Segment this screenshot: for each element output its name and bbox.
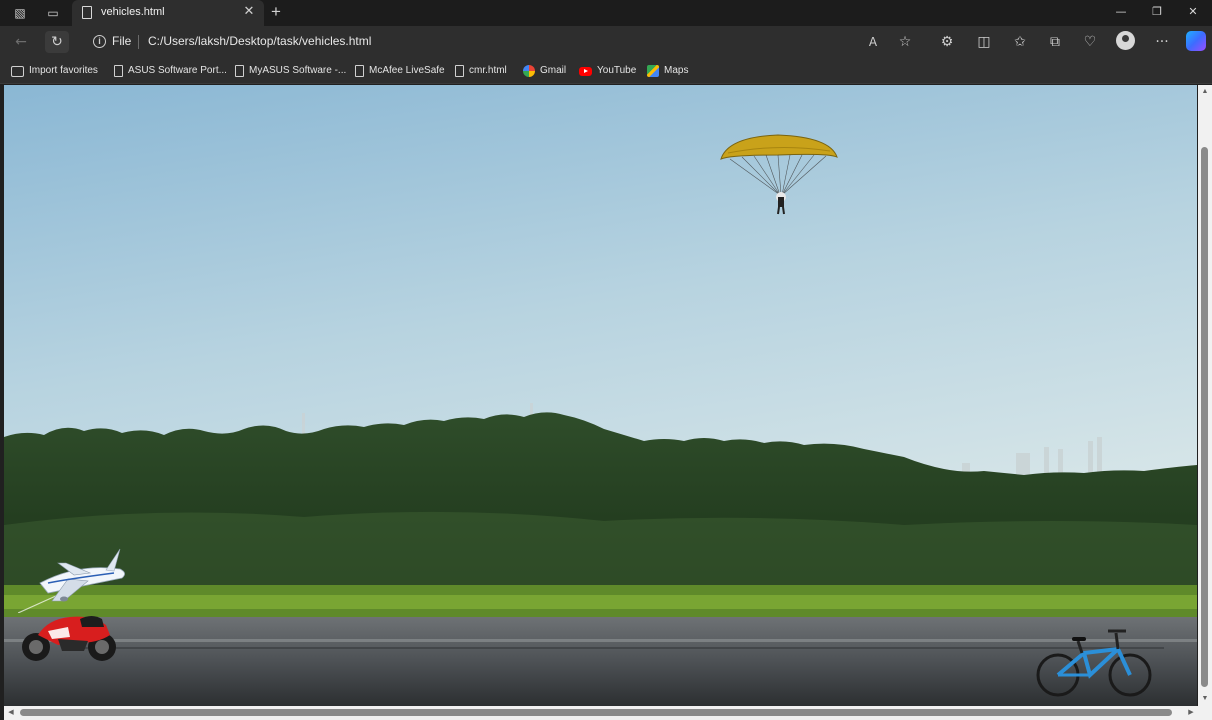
site-info-icon[interactable]: i (93, 35, 106, 48)
fav-asus-software-portal[interactable]: ASUS Software Port... (114, 63, 227, 79)
vertical-scroll-thumb[interactable] (1201, 147, 1208, 687)
favorite-star-icon[interactable]: ☆ (893, 31, 917, 53)
scheme-label[interactable]: File (112, 34, 131, 48)
copilot-icon[interactable] (1186, 31, 1206, 51)
fav-maps[interactable]: Maps (647, 63, 688, 79)
scroll-down-icon[interactable]: ▼ (1200, 695, 1210, 703)
restore-button[interactable]: ❐ (1146, 2, 1168, 22)
back-button[interactable]: ← (9, 31, 33, 53)
address-separator (138, 35, 139, 49)
tab-actions-icon[interactable]: ▭ (44, 4, 62, 22)
close-tab-icon[interactable]: ✕ (242, 3, 256, 21)
workspaces-icon[interactable]: ▧ (11, 4, 29, 22)
youtube-icon (579, 66, 592, 76)
read-aloud-icon[interactable]: A (861, 31, 885, 53)
page-icon (235, 65, 244, 77)
horizontal-scroll-thumb[interactable] (20, 709, 1172, 716)
tab-bar: ▧ ▭ vehicles.html ✕ + — ❐ ✕ (0, 0, 1212, 26)
maps-icon (647, 65, 659, 77)
fav-import-favorites[interactable]: Import favorites (11, 63, 98, 79)
motorcycle-image[interactable] (18, 605, 120, 665)
profile-icon[interactable] (1116, 31, 1135, 50)
page-icon (455, 65, 464, 77)
page-icon (355, 65, 364, 77)
browser-essentials-icon[interactable]: ♡ (1078, 31, 1102, 53)
tab-vehicles[interactable]: vehicles.html ✕ (72, 0, 264, 26)
split-screen-icon[interactable]: ◫ (972, 31, 996, 53)
horizontal-scrollbar[interactable]: ◀ ▶ (4, 706, 1198, 720)
address-url[interactable]: C:/Users/laksh/Desktop/task/vehicles.htm… (148, 34, 371, 48)
refresh-button[interactable]: ↻ (45, 31, 69, 53)
tab-title: vehicles.html (101, 6, 165, 18)
scroll-left-icon[interactable]: ◀ (7, 708, 15, 718)
vertical-scrollbar[interactable]: ▲ ▼ (1198, 85, 1212, 706)
fav-mcafee-livesafe[interactable]: McAfee LiveSafe (355, 63, 445, 79)
page-viewport (4, 85, 1197, 706)
fav-youtube[interactable]: YouTube (579, 63, 636, 79)
scrollbar-corner (1198, 706, 1212, 720)
collections-icon[interactable]: ⧉ (1043, 31, 1067, 53)
page-icon (114, 65, 123, 77)
paraglider-image[interactable] (718, 133, 840, 217)
close-window-button[interactable]: ✕ (1182, 2, 1204, 22)
fav-myasus-software[interactable]: MyASUS Software -... (235, 63, 346, 79)
more-menu-icon[interactable]: ··· (1150, 31, 1174, 53)
scroll-right-icon[interactable]: ▶ (1187, 708, 1195, 718)
fav-gmail[interactable]: Gmail (523, 63, 566, 79)
favorites-bar: Import favorites ASUS Software Port... M… (0, 58, 1212, 84)
fav-cmr-html[interactable]: cmr.html (455, 63, 507, 79)
google-icon (523, 65, 535, 77)
bicycle-image[interactable] (1034, 623, 1156, 701)
import-icon (11, 65, 24, 77)
new-tab-button[interactable]: + (266, 2, 286, 22)
page-icon (82, 6, 92, 19)
minimize-button[interactable]: — (1110, 2, 1132, 22)
address-toolbar: ← ↻ i File C:/Users/laksh/Desktop/task/v… (0, 26, 1212, 58)
extensions-icon[interactable]: ⚙ (935, 31, 959, 53)
scroll-up-icon[interactable]: ▲ (1200, 88, 1210, 96)
favorites-icon[interactable]: ✩ (1008, 31, 1032, 53)
browser-window: ▧ ▭ vehicles.html ✕ + — ❐ ✕ ← ↻ i File C… (0, 0, 1212, 720)
background-scene (4, 85, 1197, 706)
airplane-image[interactable] (18, 543, 130, 613)
